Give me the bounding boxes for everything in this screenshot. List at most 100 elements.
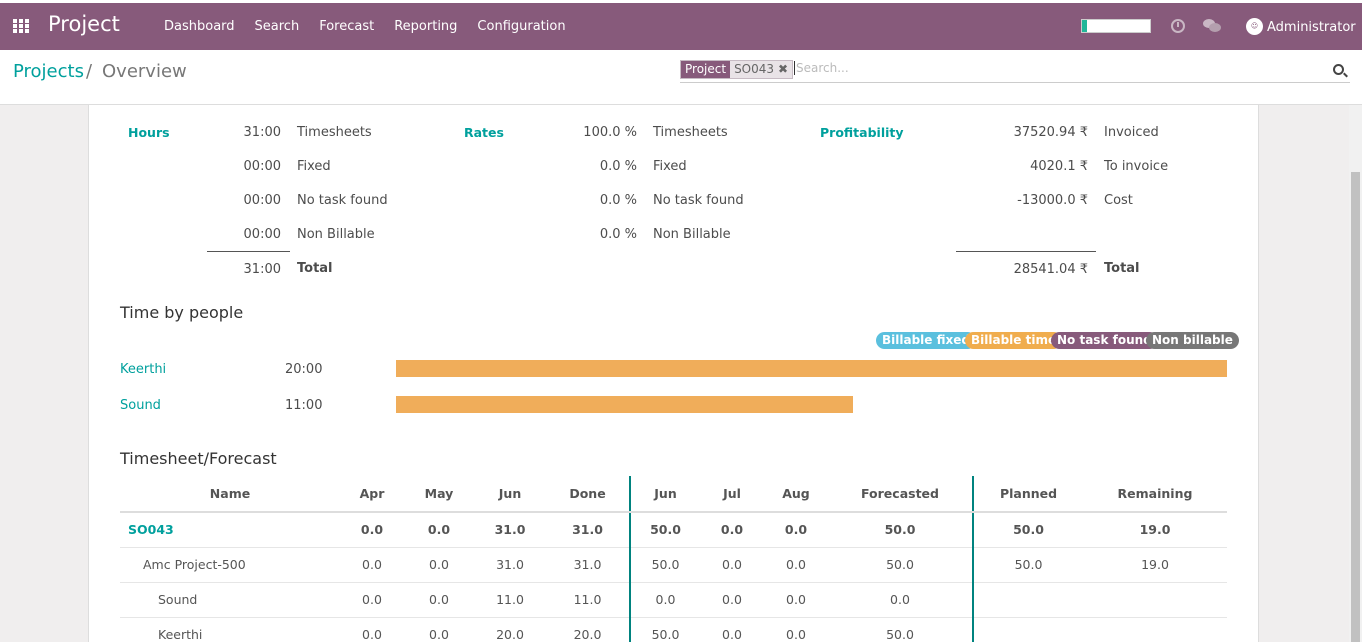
column-header[interactable]: Jul — [700, 476, 764, 513]
table-cell: 0.0 — [828, 582, 973, 618]
legend-billable-fixed: Billable fixed — [876, 332, 976, 349]
row-name: Keerthi — [120, 617, 340, 642]
search-input[interactable] — [794, 61, 1314, 75]
table-cell: 0.0 — [764, 617, 828, 642]
hours-title: Hours — [128, 125, 170, 140]
hours-divider — [207, 251, 290, 252]
row-name: Amc Project-500 — [120, 547, 340, 583]
app-title: Project — [48, 12, 120, 36]
table-cell: 50.0 — [828, 547, 973, 583]
table-cell: 19.0 — [1083, 512, 1227, 548]
person-time-bar — [396, 396, 853, 413]
table-row[interactable]: Amc Project-500 0.0 0.0 31.0 31.0 50.0 0… — [120, 547, 1227, 583]
column-header[interactable]: Jun — [474, 476, 546, 513]
rates-value: 0.0 % — [599, 193, 637, 208]
table-cell: 50.0 — [629, 512, 700, 548]
menu-search[interactable]: Search — [255, 19, 300, 34]
facet-category: Project — [681, 61, 731, 78]
column-header[interactable]: Forecasted — [828, 476, 973, 513]
time-by-people-title: Time by people — [120, 303, 244, 322]
menu-configuration[interactable]: Configuration — [477, 19, 565, 34]
row-name-link[interactable]: SO043 — [120, 512, 340, 548]
activity-clock-icon[interactable] — [1171, 19, 1185, 33]
table-cell: 11.0 — [474, 582, 546, 618]
control-panel: Projects / Overview Project SO043 ✖ — [0, 50, 1362, 105]
table-cell: 50.0 — [972, 512, 1083, 548]
hours-total-value: 31:00 — [243, 262, 281, 277]
table-header: Name Apr May Jun Done Jun Jul Aug Foreca… — [120, 476, 1227, 513]
search-facet: Project SO043 ✖ — [680, 60, 794, 79]
person-link-sound[interactable]: Sound — [120, 398, 161, 413]
column-header[interactable]: May — [404, 476, 474, 513]
table-cell: 0.0 — [700, 582, 764, 618]
table-cell: 31.0 — [474, 512, 546, 548]
table-row[interactable]: Keerthi 0.0 0.0 20.0 20.0 50.0 0.0 0.0 5… — [120, 617, 1227, 642]
user-avatar[interactable]: ☺ — [1246, 18, 1263, 35]
profit-label: Invoiced — [1104, 125, 1159, 140]
rates-label: Timesheets — [653, 125, 728, 140]
hours-label: No task found — [297, 193, 388, 208]
table-cell: 0.0 — [700, 512, 764, 548]
page-scrollbar[interactable] — [1349, 105, 1362, 642]
apps-menu-icon[interactable] — [13, 19, 30, 34]
table-cell: 19.0 — [1083, 547, 1227, 583]
person-time-bar — [396, 360, 1227, 377]
table-cell — [1083, 617, 1227, 642]
table-cell: 20.0 — [546, 617, 630, 642]
scrollbar-thumb[interactable] — [1351, 172, 1360, 642]
rates-label: Non Billable — [653, 227, 731, 242]
profit-divider — [956, 251, 1096, 252]
table-cell — [972, 582, 1083, 618]
facet-value: SO043 ✖ — [730, 61, 793, 78]
legend-no-task-found: No task found — [1051, 332, 1158, 349]
chat-icon[interactable] — [1203, 19, 1221, 33]
breadcrumb-current: Overview — [102, 61, 187, 82]
table-cell: 31.0 — [546, 512, 630, 548]
table-cell: 50.0 — [828, 512, 973, 548]
table-cell: 0.0 — [404, 547, 474, 583]
table-cell: 0.0 — [700, 547, 764, 583]
table-cell: 0.0 — [340, 617, 404, 642]
column-header[interactable]: Name — [120, 476, 340, 513]
column-header[interactable]: Remaining — [1083, 476, 1227, 513]
table-cell: 0.0 — [764, 547, 828, 583]
hours-value: 00:00 — [243, 159, 281, 174]
hours-value: 31:00 — [243, 125, 281, 140]
table-cell: 0.0 — [629, 582, 700, 618]
menu-reporting[interactable]: Reporting — [394, 19, 457, 34]
table-cell: 0.0 — [340, 582, 404, 618]
menu-forecast[interactable]: Forecast — [319, 19, 374, 34]
column-header[interactable]: Jun — [629, 476, 700, 513]
rates-label: Fixed — [653, 159, 687, 174]
facet-remove-icon[interactable]: ✖ — [778, 62, 788, 76]
person-link-keerthi[interactable]: Keerthi — [120, 362, 166, 377]
column-header[interactable]: Aug — [764, 476, 828, 513]
rates-value: 100.0 % — [583, 125, 637, 140]
row-name: Sound — [120, 582, 340, 618]
table-cell: 50.0 — [972, 547, 1083, 583]
profit-value: 4020.1 ₹ — [1030, 159, 1088, 174]
hours-value: 00:00 — [243, 193, 281, 208]
table-cell: 20.0 — [474, 617, 546, 642]
user-menu[interactable]: Administrator — [1267, 20, 1356, 35]
table-cell: 0.0 — [340, 512, 404, 548]
hours-value: 00:00 — [243, 227, 281, 242]
rates-value: 0.0 % — [599, 159, 637, 174]
column-header[interactable]: Apr — [340, 476, 404, 513]
breadcrumb-projects[interactable]: Projects — [13, 61, 84, 82]
legend-non-billable: Non billable — [1146, 332, 1239, 349]
table-cell — [1083, 582, 1227, 618]
rates-value: 0.0 % — [599, 227, 637, 242]
table-cell — [972, 617, 1083, 642]
table-row[interactable]: Sound 0.0 0.0 11.0 11.0 0.0 0.0 0.0 0.0 — [120, 582, 1227, 618]
table-cell: 50.0 — [629, 617, 700, 642]
table-cell: 31.0 — [546, 547, 630, 583]
column-header[interactable]: Planned — [972, 476, 1083, 513]
column-header[interactable]: Done — [546, 476, 630, 513]
search-icon[interactable] — [1333, 64, 1344, 75]
profit-total-label: Total — [1104, 261, 1140, 276]
facet-value-text: SO043 — [734, 62, 775, 76]
table-row[interactable]: SO043 0.0 0.0 31.0 31.0 50.0 0.0 0.0 50.… — [120, 512, 1227, 548]
table-cell: 0.0 — [700, 617, 764, 642]
menu-dashboard[interactable]: Dashboard — [164, 19, 235, 34]
